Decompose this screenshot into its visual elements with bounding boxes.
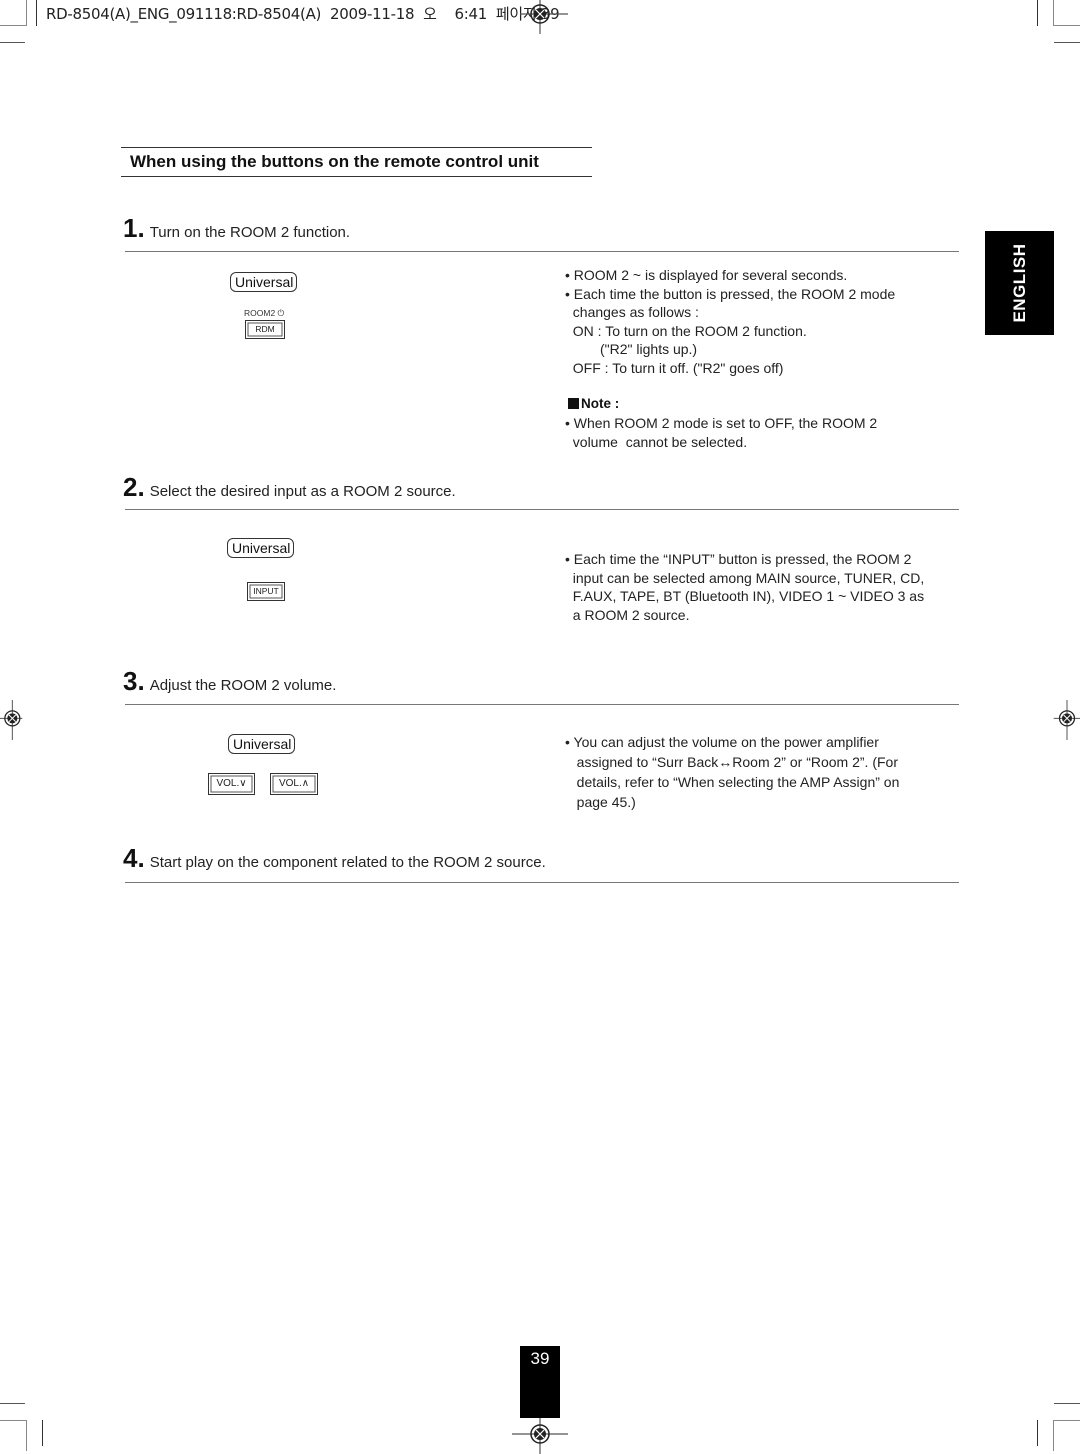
- step-number: 2.: [123, 472, 145, 502]
- room2-button-caption: ROOM2 ⏻: [244, 308, 285, 318]
- crop-mark-top-right: [1053, 0, 1080, 26]
- step-number: 3.: [123, 666, 145, 696]
- step-text: Adjust the ROOM 2 volume.: [149, 677, 337, 694]
- section-title-text: When using the buttons on the remote con…: [130, 152, 539, 171]
- crop-mark-top-left: [0, 0, 27, 26]
- registration-mark-top: [520, 0, 568, 34]
- registration-mark-left: [0, 700, 23, 740]
- section-title: When using the buttons on the remote con…: [121, 147, 592, 177]
- step-2-heading: 2. Select the desired input as a ROOM 2 s…: [123, 472, 456, 503]
- crop-mark-bottom-left-h: [0, 1403, 25, 1404]
- step-1-notes: • ROOM 2 ~ is displayed for several seco…: [565, 267, 896, 376]
- crop-mark-top-left-v: [36, 0, 37, 26]
- step-4-heading: 4. Start play on the component related to…: [123, 843, 546, 874]
- step-3-notes: • You can adjust the volume on the power…: [565, 734, 900, 810]
- page-number-tab: 39: [520, 1346, 560, 1418]
- crop-mark-top-left-h: [0, 42, 25, 43]
- crop-mark-bottom-right-h: [1054, 1403, 1080, 1404]
- crop-mark-bottom-left: [0, 1420, 27, 1451]
- crop-mark-top-right-v: [1037, 0, 1038, 26]
- crop-mark-top-right-h: [1054, 42, 1080, 43]
- step-1-rule: [125, 251, 959, 252]
- step-text: Start play on the component related to t…: [149, 854, 546, 871]
- step-number: 4.: [123, 843, 145, 873]
- universal-mode-label: Universal: [227, 538, 295, 558]
- volume-up-button[interactable]: VOL.∧: [270, 773, 318, 795]
- step-1-heading: 1. Turn on the ROOM 2 function.: [123, 213, 350, 244]
- universal-mode-label: Universal: [228, 734, 296, 754]
- registration-mark-right: [1053, 700, 1080, 740]
- crop-mark-bottom-right: [1053, 1420, 1080, 1451]
- rdm-button[interactable]: RDM: [245, 320, 285, 339]
- note-square-icon: [568, 398, 579, 409]
- universal-mode-label: Universal: [230, 272, 298, 292]
- note-heading-text: Note :: [581, 396, 620, 411]
- page-number: 39: [530, 1349, 550, 1368]
- step-3-rule: [125, 704, 959, 705]
- registration-mark-bottom: [512, 1418, 568, 1454]
- language-tab: ENGLISH: [985, 231, 1054, 335]
- step-text: Turn on the ROOM 2 function.: [149, 224, 351, 241]
- step-4-rule: [125, 882, 959, 883]
- print-slug: RD-8504(A)_ENG_091118:RD-8504(A) 2009-11…: [46, 5, 560, 23]
- language-tab-label: ENGLISH: [1009, 243, 1029, 323]
- step-text: Select the desired input as a ROOM 2 sou…: [149, 483, 456, 500]
- note-heading: Note :: [568, 396, 619, 411]
- crop-mark-bottom-left-v: [42, 1420, 43, 1446]
- volume-down-button[interactable]: VOL.∨: [208, 773, 255, 795]
- step-3-heading: 3. Adjust the ROOM 2 volume.: [123, 666, 336, 697]
- step-1-note-body: • When ROOM 2 mode is set to OFF, the RO…: [565, 415, 878, 450]
- crop-mark-bottom-right-v: [1037, 1420, 1038, 1446]
- input-button[interactable]: INPUT: [247, 582, 285, 601]
- step-number: 1.: [123, 213, 145, 243]
- step-2-notes: • Each time the “INPUT” button is presse…: [565, 551, 925, 623]
- step-2-rule: [125, 509, 959, 510]
